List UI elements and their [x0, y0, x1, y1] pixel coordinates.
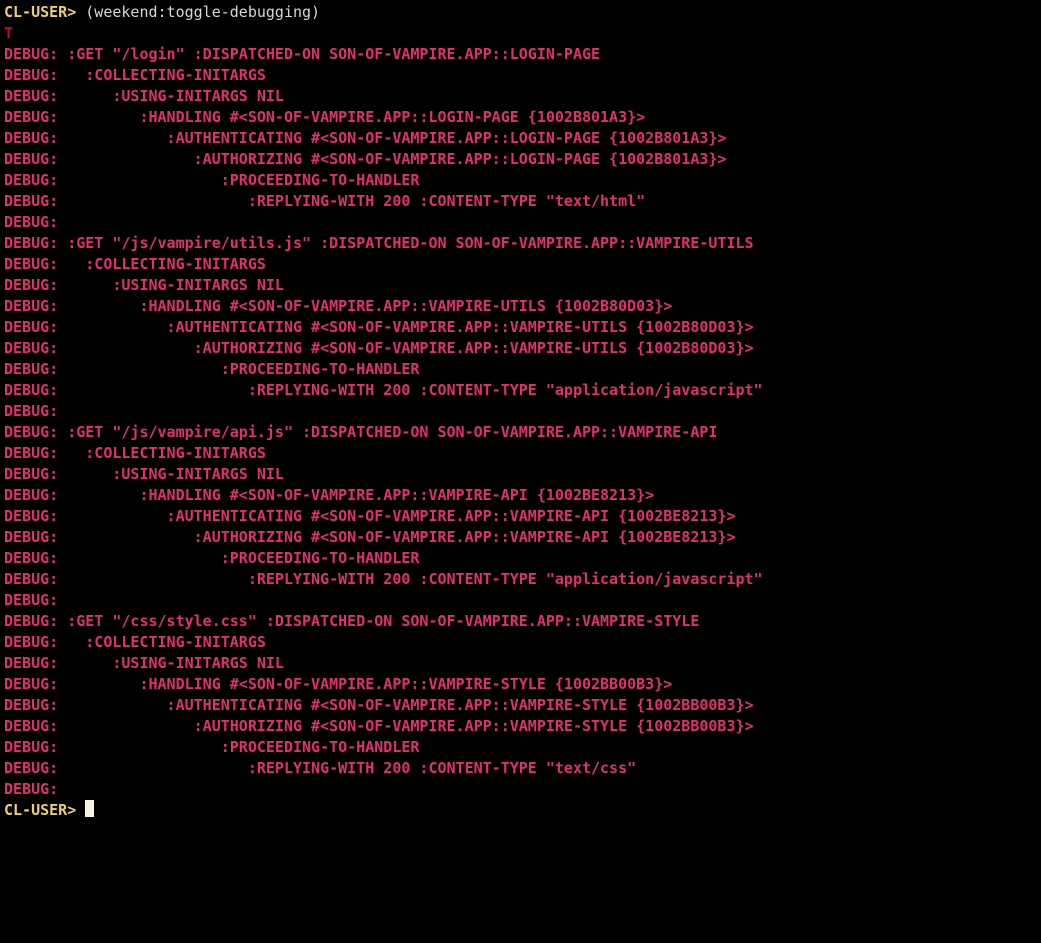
repl-input-echo: (weekend:toggle-debugging): [76, 3, 320, 21]
debug-line: DEBUG: :AUTHORIZING #<SON-OF-VAMPIRE.APP…: [4, 527, 1037, 548]
debug-authorizing: DEBUG: :AUTHORIZING #<SON-OF-VAMPIRE.APP…: [4, 528, 736, 546]
debug-replying: DEBUG: :REPLYING-WITH 200 :CONTENT-TYPE …: [4, 570, 763, 588]
debug-handling: DEBUG: :HANDLING #<SON-OF-VAMPIRE.APP::L…: [4, 108, 645, 126]
debug-dispatch: DEBUG: :GET "/js/vampire/api.js" :DISPAT…: [4, 423, 717, 441]
debug-authorizing: DEBUG: :AUTHORIZING #<SON-OF-VAMPIRE.APP…: [4, 339, 754, 357]
debug-using: DEBUG: :USING-INITARGS NIL: [4, 654, 284, 672]
debug-line: DEBUG:: [4, 590, 1037, 611]
debug-line: DEBUG: :HANDLING #<SON-OF-VAMPIRE.APP::V…: [4, 296, 1037, 317]
debug-blank: DEBUG:: [4, 780, 67, 798]
debug-proceeding: DEBUG: :PROCEEDING-TO-HANDLER: [4, 738, 419, 756]
debug-line: DEBUG: :PROCEEDING-TO-HANDLER: [4, 548, 1037, 569]
debug-blank: DEBUG:: [4, 591, 67, 609]
repl-prompt: CL-USER>: [4, 801, 85, 819]
debug-handling: DEBUG: :HANDLING #<SON-OF-VAMPIRE.APP::V…: [4, 486, 654, 504]
repl-terminal[interactable]: CL-USER> (weekend:toggle-debugging)TDEBU…: [0, 0, 1041, 827]
debug-line: DEBUG: :GET "/login" :DISPATCHED-ON SON-…: [4, 44, 1037, 65]
debug-line: DEBUG: :PROCEEDING-TO-HANDLER: [4, 170, 1037, 191]
debug-replying: DEBUG: :REPLYING-WITH 200 :CONTENT-TYPE …: [4, 759, 636, 777]
repl-line-command: CL-USER> (weekend:toggle-debugging): [4, 2, 1037, 23]
debug-line: DEBUG: :AUTHORIZING #<SON-OF-VAMPIRE.APP…: [4, 149, 1037, 170]
debug-line: DEBUG: :COLLECTING-INITARGS: [4, 65, 1037, 86]
debug-line: DEBUG: :REPLYING-WITH 200 :CONTENT-TYPE …: [4, 758, 1037, 779]
debug-line: DEBUG: :AUTHENTICATING #<SON-OF-VAMPIRE.…: [4, 506, 1037, 527]
debug-line: DEBUG: :USING-INITARGS NIL: [4, 653, 1037, 674]
debug-line: DEBUG: :COLLECTING-INITARGS: [4, 443, 1037, 464]
debug-handling: DEBUG: :HANDLING #<SON-OF-VAMPIRE.APP::V…: [4, 675, 672, 693]
debug-line: DEBUG: :REPLYING-WITH 200 :CONTENT-TYPE …: [4, 191, 1037, 212]
debug-line: DEBUG: :AUTHENTICATING #<SON-OF-VAMPIRE.…: [4, 317, 1037, 338]
debug-line: DEBUG: :HANDLING #<SON-OF-VAMPIRE.APP::L…: [4, 107, 1037, 128]
debug-line: DEBUG: :HANDLING #<SON-OF-VAMPIRE.APP::V…: [4, 674, 1037, 695]
debug-line: DEBUG: :COLLECTING-INITARGS: [4, 632, 1037, 653]
debug-authenticating: DEBUG: :AUTHENTICATING #<SON-OF-VAMPIRE.…: [4, 507, 736, 525]
debug-line: DEBUG: :HANDLING #<SON-OF-VAMPIRE.APP::V…: [4, 485, 1037, 506]
debug-line: DEBUG: :USING-INITARGS NIL: [4, 464, 1037, 485]
debug-collecting: DEBUG: :COLLECTING-INITARGS: [4, 66, 266, 84]
debug-line: DEBUG: :PROCEEDING-TO-HANDLER: [4, 737, 1037, 758]
debug-line: DEBUG: :GET "/js/vampire/api.js" :DISPAT…: [4, 422, 1037, 443]
repl-line-active[interactable]: CL-USER>: [4, 800, 1037, 821]
debug-line: DEBUG: :GET "/css/style.css" :DISPATCHED…: [4, 611, 1037, 632]
repl-prompt: CL-USER>: [4, 3, 76, 21]
debug-blank: DEBUG:: [4, 213, 67, 231]
debug-collecting: DEBUG: :COLLECTING-INITARGS: [4, 255, 266, 273]
debug-using: DEBUG: :USING-INITARGS NIL: [4, 465, 284, 483]
debug-authorizing: DEBUG: :AUTHORIZING #<SON-OF-VAMPIRE.APP…: [4, 717, 754, 735]
debug-proceeding: DEBUG: :PROCEEDING-TO-HANDLER: [4, 549, 419, 567]
debug-collecting: DEBUG: :COLLECTING-INITARGS: [4, 633, 266, 651]
debug-authenticating: DEBUG: :AUTHENTICATING #<SON-OF-VAMPIRE.…: [4, 318, 754, 336]
debug-authenticating: DEBUG: :AUTHENTICATING #<SON-OF-VAMPIRE.…: [4, 696, 754, 714]
debug-blank: DEBUG:: [4, 402, 67, 420]
debug-line: DEBUG: :COLLECTING-INITARGS: [4, 254, 1037, 275]
debug-line: DEBUG: :USING-INITARGS NIL: [4, 86, 1037, 107]
cursor[interactable]: [85, 800, 94, 817]
debug-dispatch: DEBUG: :GET "/login" :DISPATCHED-ON SON-…: [4, 45, 600, 63]
debug-line: DEBUG:: [4, 779, 1037, 800]
debug-line: DEBUG: :PROCEEDING-TO-HANDLER: [4, 359, 1037, 380]
repl-line-result: T: [4, 23, 1037, 44]
debug-dispatch: DEBUG: :GET "/js/vampire/utils.js" :DISP…: [4, 234, 754, 252]
debug-replying: DEBUG: :REPLYING-WITH 200 :CONTENT-TYPE …: [4, 381, 763, 399]
debug-proceeding: DEBUG: :PROCEEDING-TO-HANDLER: [4, 171, 419, 189]
debug-line: DEBUG: :AUTHENTICATING #<SON-OF-VAMPIRE.…: [4, 695, 1037, 716]
debug-authenticating: DEBUG: :AUTHENTICATING #<SON-OF-VAMPIRE.…: [4, 129, 726, 147]
debug-line: DEBUG: :AUTHORIZING #<SON-OF-VAMPIRE.APP…: [4, 716, 1037, 737]
debug-proceeding: DEBUG: :PROCEEDING-TO-HANDLER: [4, 360, 419, 378]
debug-line: DEBUG: :AUTHORIZING #<SON-OF-VAMPIRE.APP…: [4, 338, 1037, 359]
debug-collecting: DEBUG: :COLLECTING-INITARGS: [4, 444, 266, 462]
debug-line: DEBUG: :GET "/js/vampire/utils.js" :DISP…: [4, 233, 1037, 254]
debug-line: DEBUG: :REPLYING-WITH 200 :CONTENT-TYPE …: [4, 380, 1037, 401]
repl-result: T: [4, 24, 13, 42]
debug-authorizing: DEBUG: :AUTHORIZING #<SON-OF-VAMPIRE.APP…: [4, 150, 726, 168]
debug-line: DEBUG: :REPLYING-WITH 200 :CONTENT-TYPE …: [4, 569, 1037, 590]
debug-using: DEBUG: :USING-INITARGS NIL: [4, 87, 284, 105]
debug-line: DEBUG:: [4, 401, 1037, 422]
debug-line: DEBUG: :AUTHENTICATING #<SON-OF-VAMPIRE.…: [4, 128, 1037, 149]
debug-line: DEBUG:: [4, 212, 1037, 233]
debug-line: DEBUG: :USING-INITARGS NIL: [4, 275, 1037, 296]
debug-replying: DEBUG: :REPLYING-WITH 200 :CONTENT-TYPE …: [4, 192, 645, 210]
debug-dispatch: DEBUG: :GET "/css/style.css" :DISPATCHED…: [4, 612, 699, 630]
debug-handling: DEBUG: :HANDLING #<SON-OF-VAMPIRE.APP::V…: [4, 297, 672, 315]
debug-using: DEBUG: :USING-INITARGS NIL: [4, 276, 284, 294]
